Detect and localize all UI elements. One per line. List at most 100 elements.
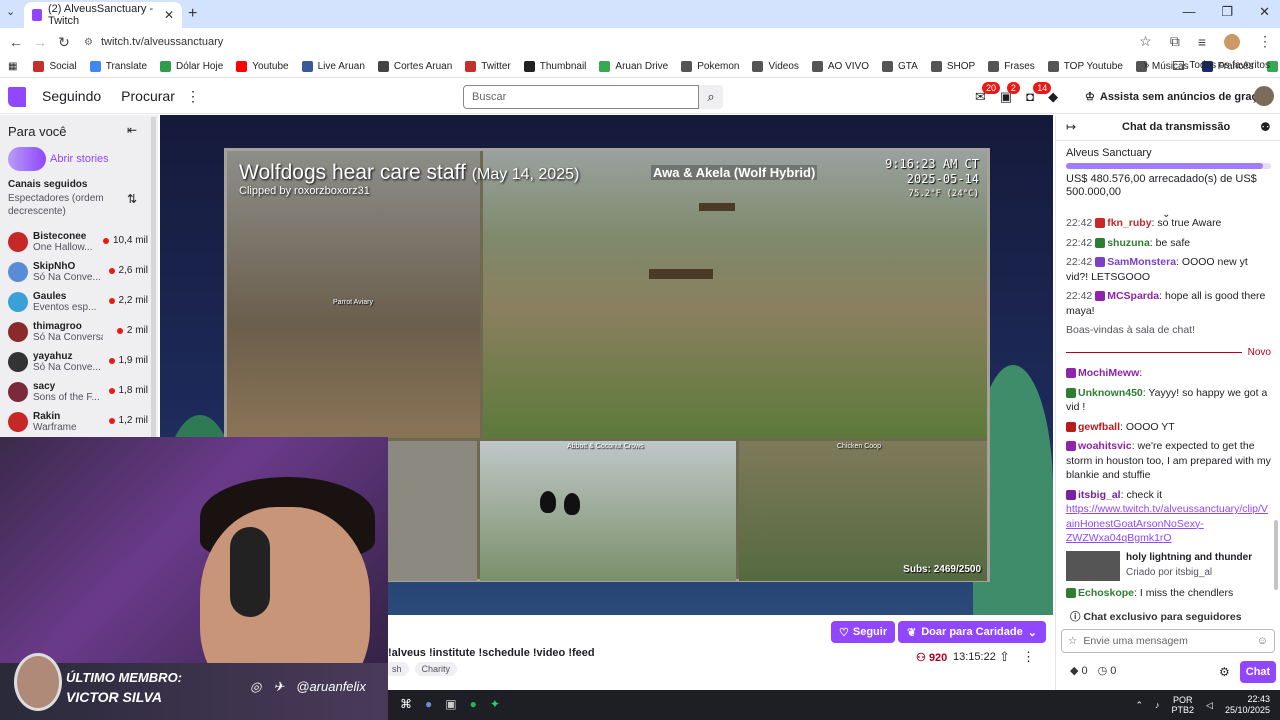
search-input[interactable]: Buscar bbox=[463, 85, 699, 109]
emote-icon[interactable]: ☺ bbox=[1257, 635, 1268, 647]
message-username[interactable]: MochiMeww bbox=[1078, 367, 1139, 379]
message-username[interactable]: SamMonstera bbox=[1107, 256, 1176, 268]
bookmark-item[interactable]: Frases bbox=[988, 61, 1035, 72]
message-username[interactable]: fkn_ruby bbox=[1107, 217, 1151, 229]
camera-icon[interactable]: ▣ bbox=[445, 697, 456, 711]
chat-send-button[interactable]: Chat bbox=[1240, 661, 1276, 683]
followed-channel-item[interactable]: thimagroo Só Na Conversa 2 mil bbox=[8, 317, 148, 347]
search-icon[interactable]: ⌕ bbox=[699, 85, 723, 109]
inbox-icon[interactable]: ✉ 20 bbox=[975, 82, 1001, 105]
restore-icon[interactable]: ❐ bbox=[1221, 4, 1233, 20]
app-icon[interactable]: ✦ bbox=[490, 697, 500, 711]
more-bookmarks-icon[interactable]: » bbox=[1144, 60, 1150, 71]
notifications-icon[interactable]: ◘ 14 bbox=[1026, 82, 1052, 105]
reload-icon[interactable]: ↻ bbox=[52, 34, 76, 51]
chat-users-icon[interactable]: ⚉ bbox=[1260, 120, 1271, 134]
chat-star-icon[interactable]: ☆ bbox=[1068, 635, 1077, 647]
message-username[interactable]: gewfball bbox=[1078, 421, 1120, 433]
tab-close-icon[interactable]: ✕ bbox=[164, 8, 174, 22]
message-username[interactable]: shuzuna bbox=[1107, 237, 1150, 249]
browser-tab-active[interactable]: (2) AlveusSanctuary - Twitch ✕ bbox=[24, 2, 182, 28]
tag-pill[interactable]: sh bbox=[385, 662, 409, 676]
points-balance[interactable]: ◷ 0 bbox=[1098, 664, 1117, 677]
nav-browse[interactable]: Procurar bbox=[121, 88, 175, 104]
volume-icon[interactable]: ◁ bbox=[1206, 700, 1213, 711]
followed-channel-item[interactable]: SkipNhO Só Na Conve... 2,6 mil bbox=[8, 257, 148, 287]
bookmark-item[interactable]: Social bbox=[33, 61, 77, 72]
stories-button[interactable]: Abrir stories bbox=[8, 147, 109, 171]
close-window-icon[interactable]: ✕ bbox=[1259, 4, 1270, 20]
minimize-icon[interactable]: — bbox=[1182, 4, 1195, 20]
bookmark-item[interactable]: AO VIVO bbox=[811, 61, 869, 72]
bookmark-item[interactable]: Cortes Aruan bbox=[377, 61, 452, 72]
forward-icon[interactable]: → bbox=[28, 34, 52, 50]
apps-grid-icon[interactable]: ▦ bbox=[8, 61, 17, 72]
followed-channel-item[interactable]: Gaules Eventos esp... 2,2 mil bbox=[8, 287, 148, 317]
browser-menu-icon[interactable]: ⋮ bbox=[1258, 33, 1272, 50]
chat-scrollbar[interactable] bbox=[1274, 520, 1278, 590]
new-tab-icon[interactable]: + bbox=[188, 5, 197, 23]
sidebar-scrollbar[interactable] bbox=[151, 117, 156, 437]
bookmark-item[interactable]: GTA bbox=[882, 61, 918, 72]
bits-icon[interactable]: ◆ bbox=[1048, 89, 1058, 105]
nav-following[interactable]: Seguindo bbox=[42, 88, 101, 104]
followed-channel-item[interactable]: Bisteconee One Hallow... 10,4 mil bbox=[8, 227, 148, 257]
user-avatar[interactable] bbox=[1254, 86, 1274, 106]
bookmark-item[interactable]: SHOP bbox=[930, 61, 975, 72]
media-icon[interactable]: ≡ bbox=[1198, 34, 1206, 50]
message-username[interactable]: Echoskope bbox=[1078, 587, 1134, 599]
sort-icon[interactable]: ⇅ bbox=[127, 192, 137, 206]
badge-icon bbox=[1066, 387, 1076, 398]
tag-pill[interactable]: Charity bbox=[414, 662, 458, 676]
bookmark-item[interactable]: TOP Youtube bbox=[1047, 61, 1123, 72]
discord-icon[interactable]: ● bbox=[425, 697, 432, 711]
spotify-icon[interactable]: ● bbox=[470, 697, 477, 711]
address-bar[interactable]: ⚙ twitch.tv/alveussanctuary bbox=[84, 31, 1164, 53]
prime-button[interactable]: ♔ Assista sem anúncios de graça bbox=[1085, 90, 1264, 104]
capcut-icon[interactable]: ⌘ bbox=[400, 697, 412, 711]
clip-card[interactable]: holy lightning and thunder Criado por its… bbox=[1066, 550, 1271, 581]
collapse-chat-icon[interactable]: ↦ bbox=[1066, 120, 1076, 134]
extensions-icon[interactable]: ⧉ bbox=[1170, 33, 1180, 50]
charity-goal[interactable]: Alveus Sanctuary US$ 480.576,00 arrecada… bbox=[1066, 147, 1271, 199]
back-icon[interactable]: ← bbox=[4, 34, 28, 50]
bookmark-item[interactable]: Videos bbox=[752, 61, 799, 72]
more-options-icon[interactable]: ⋮ bbox=[1022, 649, 1035, 665]
donate-button[interactable]: ❦ Doar para Caridade ⌄ bbox=[898, 621, 1046, 643]
whispers-icon[interactable]: ▣ 2 bbox=[1000, 82, 1020, 105]
bookmark-item[interactable]: Twitter bbox=[465, 61, 511, 72]
more-menu-icon[interactable]: ⋮ bbox=[186, 88, 200, 105]
share-icon[interactable]: ⇧ bbox=[999, 649, 1010, 665]
clip-link[interactable]: https://www.twitch.tv/alveussanctuary/cl… bbox=[1066, 502, 1271, 546]
twitch-logo-icon[interactable] bbox=[8, 87, 26, 107]
site-info-icon[interactable]: ⚙ bbox=[84, 37, 93, 48]
message-username[interactable]: woahitsvic bbox=[1078, 440, 1132, 452]
bookmark-item[interactable]: Dólar Hoje bbox=[160, 61, 223, 72]
bookmark-star-icon[interactable]: ☆ bbox=[1139, 33, 1152, 50]
collapse-sidebar-icon[interactable]: ⇤ bbox=[127, 123, 137, 137]
followed-channel-item[interactable]: sacy Sons of the F... 1,8 mil bbox=[8, 377, 148, 407]
bookmark-item[interactable]: Youtube bbox=[236, 61, 289, 72]
follow-button[interactable]: ♡ Seguir bbox=[831, 621, 896, 643]
mic-icon[interactable]: ♪ bbox=[1155, 700, 1160, 710]
message-username[interactable]: Unknown450 bbox=[1078, 387, 1143, 399]
bookmark-item[interactable]: Aruan Drive bbox=[599, 61, 668, 72]
message-username[interactable]: itsbig_al bbox=[1078, 489, 1121, 501]
profile-avatar[interactable] bbox=[1224, 33, 1240, 50]
bookmark-item[interactable]: Pokemon bbox=[681, 61, 739, 72]
tab-search-icon[interactable]: ⌄ bbox=[6, 5, 15, 18]
chat-settings-icon[interactable]: ⚙ bbox=[1219, 665, 1230, 679]
followed-channel-item[interactable]: yayahuz Só Na Conve... 1,9 mil bbox=[8, 347, 148, 377]
bits-balance[interactable]: ◆ 0 bbox=[1070, 664, 1088, 677]
message-username[interactable]: MCSparda bbox=[1107, 290, 1159, 302]
tray-expand-icon[interactable]: ⌃ bbox=[1135, 700, 1143, 711]
chat-input[interactable]: ☆ Envie uma mensagem ☺ bbox=[1061, 629, 1275, 653]
keyboard-language[interactable]: POR PTB2 bbox=[1172, 695, 1195, 715]
bookmark-item[interactable]: Thumbnail bbox=[523, 61, 586, 72]
all-favorites-link[interactable]: Todos os favoritos bbox=[1189, 60, 1270, 71]
badge-icon bbox=[1066, 441, 1076, 452]
bookmark-item[interactable]: Live Aruan bbox=[301, 61, 365, 72]
followed-channel-item[interactable]: Rakin Warframe 1,2 mil bbox=[8, 407, 148, 437]
bookmark-item[interactable]: Translate bbox=[89, 61, 147, 72]
system-clock[interactable]: 22:43 25/10/2025 bbox=[1225, 694, 1270, 716]
